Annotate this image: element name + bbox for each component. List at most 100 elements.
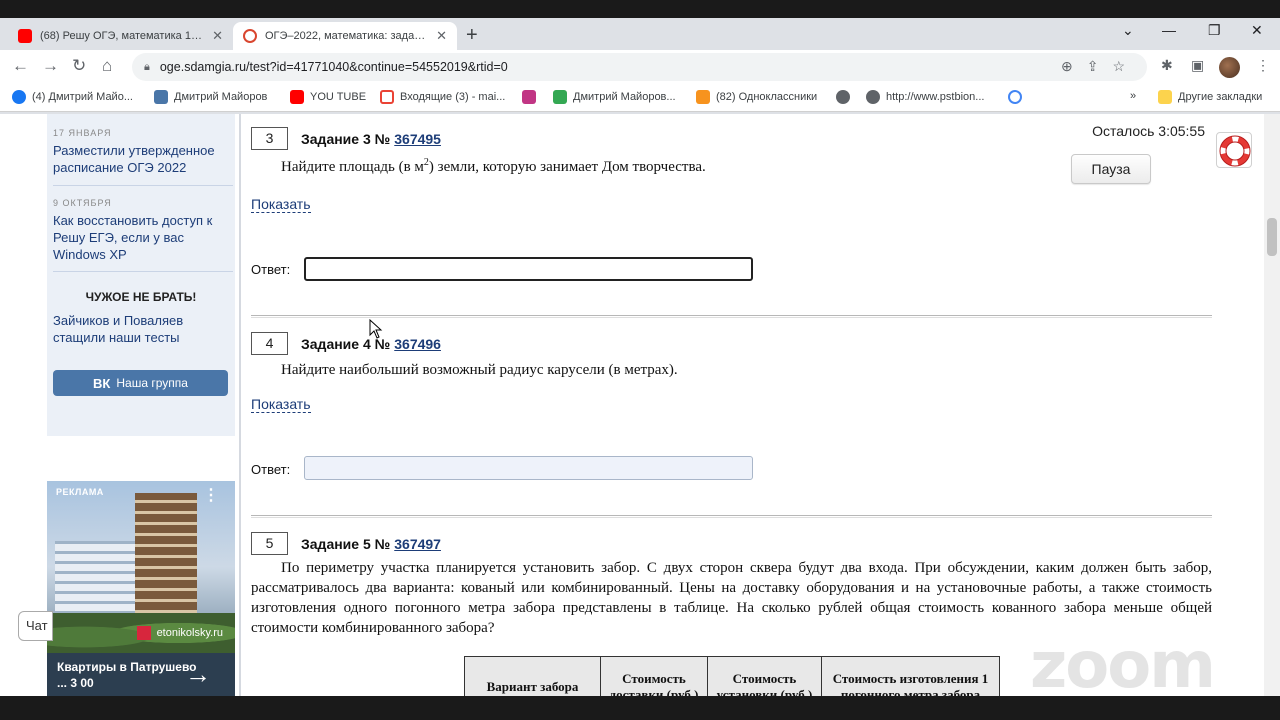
- tab-youtube[interactable]: (68) Решу ОГЭ, математика 10 в ✕: [8, 22, 233, 50]
- close-icon[interactable]: ✕: [212, 28, 223, 44]
- task-id-link[interactable]: 367497: [394, 536, 441, 552]
- answer-input[interactable]: [304, 257, 753, 281]
- back-icon[interactable]: ←: [12, 56, 29, 76]
- forward-icon[interactable]: →: [42, 56, 59, 76]
- close-icon[interactable]: ✕: [436, 28, 447, 44]
- task-title: Задание 5 № 367497: [301, 536, 441, 552]
- tab-title: (68) Решу ОГЭ, математика 10 в: [40, 30, 205, 42]
- screen: (68) Решу ОГЭ, математика 10 в ✕ ОГЭ–202…: [0, 0, 1280, 720]
- vk-group-button[interactable]: ВК Наша группа: [53, 370, 228, 396]
- lifebuoy-icon[interactable]: [1216, 132, 1252, 168]
- news-link[interactable]: Как восстановить доступ к Решу ЕГЭ, если…: [53, 212, 233, 263]
- ad-caption-bar: Квартиры в Патрушево... 3 00 →: [47, 653, 235, 696]
- bookmark-google[interactable]: [1008, 90, 1028, 104]
- mouse-cursor-icon: [369, 319, 383, 339]
- facebook-icon: [12, 90, 26, 104]
- ad-menu-icon[interactable]: ⋮: [203, 485, 219, 505]
- screen-bottom-bar: [0, 696, 1280, 720]
- minimize-icon[interactable]: —: [1162, 22, 1176, 38]
- advertisement[interactable]: РЕКЛАМА ⋮ etonikolsky.ru Квартиры в Патр…: [47, 481, 235, 696]
- vk-icon: [154, 90, 168, 104]
- url-text: oge.sdamgia.ru/test?id=41771040&continue…: [159, 60, 508, 74]
- folder-icon: [1158, 90, 1172, 104]
- chat-tab[interactable]: Чат: [18, 611, 53, 641]
- answer-label: Ответ:: [251, 262, 291, 277]
- task-text: Найдите наибольший возможный радиус кару…: [281, 362, 678, 378]
- table-header-cell: Стоимость установки (руб.): [707, 656, 822, 696]
- table-header-cell: Стоимость доставки (руб.): [600, 656, 708, 696]
- instagram-icon: [522, 90, 536, 104]
- divider: [53, 271, 233, 272]
- window-close-icon[interactable]: ✕: [1251, 22, 1263, 39]
- scrollbar[interactable]: [1264, 114, 1280, 696]
- show-solution-link[interactable]: Показать: [251, 197, 311, 213]
- table-header-cell: Вариант забора: [464, 656, 601, 696]
- task-number: 3: [251, 127, 288, 150]
- bookmark-youtube[interactable]: YOU TUBE: [290, 90, 366, 104]
- ad-logo-icon: [136, 626, 151, 640]
- alert-heading: ЧУЖОЕ НЕ БРАТЬ!: [85, 290, 197, 304]
- zoom-icon[interactable]: ⊕: [1061, 58, 1087, 74]
- screen-top-bar: [0, 0, 1280, 18]
- ad-domain: etonikolsky.ru: [136, 626, 223, 640]
- news-date: 9 ОКТЯБРЯ: [53, 198, 112, 208]
- restore-icon[interactable]: ❐: [1208, 22, 1221, 39]
- task-number: 5: [251, 532, 288, 555]
- side-panel-icon[interactable]: ▣: [1191, 57, 1204, 74]
- sidebar: 17 ЯНВАРЯ Разместили утвержденное распис…: [47, 114, 235, 436]
- new-tab-button[interactable]: +: [466, 24, 478, 47]
- vk-group-label: Наша группа: [116, 376, 188, 390]
- bookmark-vk[interactable]: Дмитрий Майоров: [154, 90, 267, 104]
- odnoklassniki-icon: [696, 90, 710, 104]
- task-text: Найдите площадь (в м2) земли, которую за…: [281, 157, 706, 175]
- task-id-link[interactable]: 367496: [394, 336, 441, 352]
- answer-input[interactable]: [304, 456, 753, 480]
- news-link[interactable]: Разместили утвержденное расписание ОГЭ 2…: [53, 142, 233, 176]
- menu-icon[interactable]: ⋮: [1256, 57, 1270, 74]
- tab-search-icon[interactable]: ⌄: [1122, 22, 1134, 39]
- bookmark-instagram[interactable]: [522, 90, 542, 104]
- star-icon[interactable]: ☆: [1112, 58, 1139, 74]
- home-icon[interactable]: ⌂: [102, 56, 112, 76]
- globe-icon: [836, 90, 850, 104]
- bookmark-profile[interactable]: Дмитрий Майоров...: [553, 90, 676, 104]
- divider: [251, 515, 1212, 518]
- browser-toolbar: ← → ↻ ⌂ 🔒︎ oge.sdamgia.ru/test?id=417710…: [0, 50, 1280, 84]
- tab-sdamgia[interactable]: ОГЭ–2022, математика: задания ✕: [233, 22, 457, 50]
- other-bookmarks-folder[interactable]: Другие закладки: [1158, 90, 1262, 104]
- bookmark-pstbion[interactable]: http://www.pstbion...: [866, 90, 984, 104]
- sidebar-divider: [239, 114, 241, 696]
- share-icon[interactable]: ⇪: [1087, 58, 1113, 74]
- task-3: 3 Задание 3 № 367495 Найдите площадь (в м…: [251, 127, 1211, 282]
- arrow-right-icon[interactable]: →: [185, 659, 211, 690]
- news-date: 17 ЯНВАРЯ: [53, 128, 112, 138]
- divider: [251, 315, 1212, 318]
- task-title: Задание 3 № 367495: [301, 131, 441, 147]
- address-bar[interactable]: 🔒︎ oge.sdamgia.ru/test?id=41771040&conti…: [132, 53, 1147, 81]
- bookmark-ok[interactable]: (82) Одноклассники: [696, 90, 817, 104]
- google-icon: [1008, 90, 1022, 104]
- divider: [53, 185, 233, 186]
- bookmark-facebook[interactable]: (4) Дмитрий Майо...: [12, 90, 133, 104]
- extensions-icon[interactable]: ✱: [1161, 57, 1173, 74]
- vk-icon: ВК: [93, 375, 111, 391]
- scrollbar-thumb[interactable]: [1267, 218, 1277, 256]
- task-number: 4: [251, 332, 288, 355]
- more-bookmarks-button[interactable]: »: [1130, 90, 1136, 102]
- reload-icon[interactable]: ↻: [72, 56, 86, 76]
- bookmark-globe[interactable]: [836, 90, 856, 104]
- ad-caption: Квартиры в Патрушево... 3 00: [57, 660, 197, 690]
- alert-text[interactable]: Зайчиков и Поваляев стащили наши тесты: [53, 312, 233, 346]
- show-solution-link[interactable]: Показать: [251, 397, 311, 413]
- ad-label: РЕКЛАМА: [56, 487, 104, 497]
- browser-chrome: (68) Решу ОГЭ, математика 10 в ✕ ОГЭ–202…: [0, 18, 1280, 114]
- bookmarks-bar: (4) Дмитрий Майо... Дмитрий Майоров YOU …: [0, 84, 1280, 112]
- profile-avatar[interactable]: [1219, 57, 1240, 78]
- table-header-cell: Стоимость изготовления 1 погонного метра…: [821, 656, 1000, 696]
- task-id-link[interactable]: 367495: [394, 131, 441, 147]
- page-icon: [553, 90, 567, 104]
- task-4: 4 Задание 4 № 367496 Найдите наибольший в…: [251, 332, 1211, 482]
- tab-strip: (68) Решу ОГЭ, математика 10 в ✕ ОГЭ–202…: [0, 18, 1280, 50]
- youtube-icon: [18, 29, 32, 43]
- bookmark-gmail[interactable]: Входящие (3) - mai...: [380, 90, 505, 104]
